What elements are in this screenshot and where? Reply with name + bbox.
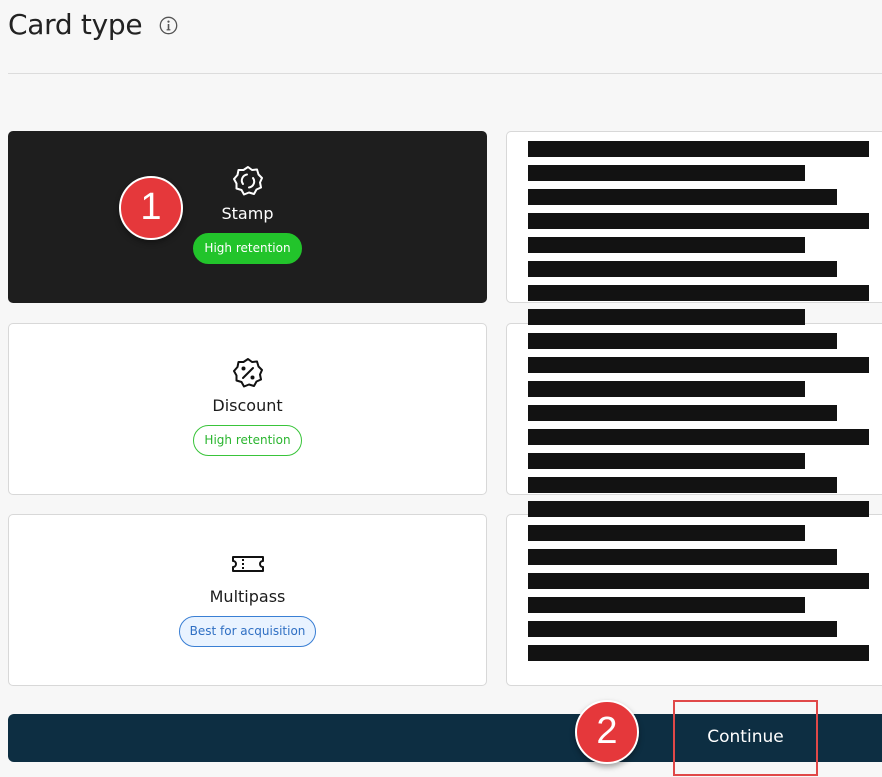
stamp-badge-icon [231, 164, 265, 198]
card-option-stamp[interactable]: Stamp High retention [8, 131, 487, 303]
redaction-bar [528, 429, 869, 445]
redaction-bar [528, 237, 805, 253]
page-title: Card type [8, 8, 143, 41]
redaction-bar [528, 141, 869, 157]
ticket-icon [231, 547, 265, 581]
redacted-content [528, 141, 882, 661]
retention-badge: High retention [193, 233, 302, 264]
card-label: Stamp [221, 204, 274, 223]
redaction-bar [528, 525, 805, 541]
card-label: Discount [212, 396, 283, 415]
step-marker-2: 2 [575, 700, 639, 764]
percent-badge-icon [231, 356, 265, 390]
step-marker-1: 1 [119, 176, 183, 240]
redaction-bar [528, 357, 869, 373]
redaction-bar [528, 285, 869, 301]
redaction-bar [528, 549, 837, 565]
card-label: Multipass [209, 587, 286, 606]
redaction-bar [528, 453, 805, 469]
continue-button[interactable]: Continue [673, 700, 818, 776]
retention-badge: High retention [193, 425, 302, 456]
card-option-multipass[interactable]: Multipass Best for acquisition [8, 514, 487, 686]
redaction-bar [528, 333, 837, 349]
info-circle-icon[interactable] [159, 16, 178, 35]
card-type-page: Card type Stamp High retention Discount … [0, 0, 882, 777]
continue-button-label: Continue [707, 727, 784, 747]
redaction-bar [528, 165, 805, 181]
redaction-bar [528, 189, 837, 205]
redaction-bar [528, 309, 805, 325]
header-divider [8, 73, 882, 74]
redaction-bar [528, 213, 869, 229]
redaction-bar [528, 645, 869, 661]
card-option-discount[interactable]: Discount High retention [8, 323, 487, 495]
redaction-bar [528, 405, 837, 421]
redaction-bar [528, 501, 869, 517]
acquisition-badge: Best for acquisition [178, 616, 317, 647]
redaction-bar [528, 477, 837, 493]
redaction-bar [528, 621, 837, 637]
redaction-bar [528, 573, 869, 589]
redaction-bar [528, 597, 805, 613]
redaction-bar [528, 381, 805, 397]
redaction-bar [528, 261, 837, 277]
